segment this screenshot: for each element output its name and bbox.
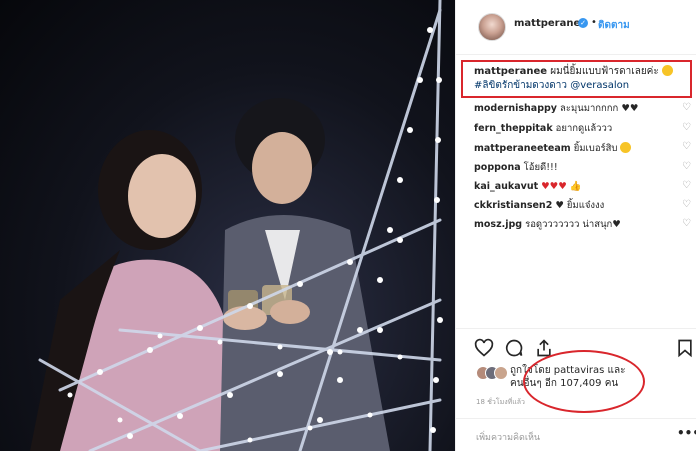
caption-hashtag[interactable]: #ลิขิตรักข้ามดวงดาว — [474, 80, 567, 91]
comment-text: โอ้ยดี!!! — [520, 162, 558, 173]
heart-icon[interactable] — [474, 338, 494, 358]
comment-item: modernishappy ละมุนมากกกก ♥♥ — [474, 103, 679, 115]
comment-item: fern_theppitak อยากดูแล้ววว — [474, 123, 679, 135]
comment-icon[interactable] — [504, 338, 524, 358]
comment-username[interactable]: modernishappy — [474, 103, 557, 114]
thumbs-up-icon: 👍 — [569, 181, 582, 192]
comment-like-icon[interactable]: ♡ — [682, 102, 691, 113]
grin-emoji-icon — [661, 65, 673, 76]
comment-like-icon[interactable]: ♡ — [682, 141, 691, 152]
comment-item: kai_aukavut ♥♥♥ 👍 — [474, 181, 679, 193]
likes-highlight-oval — [523, 350, 645, 413]
bookmark-icon[interactable] — [675, 338, 695, 358]
divider — [456, 328, 696, 329]
divider — [456, 418, 696, 419]
comment-username[interactable]: ckkristiansen2 — [474, 200, 552, 211]
comment-text: ยิ้มเบอร์สิบ — [570, 143, 618, 154]
post-photo[interactable] — [0, 0, 455, 451]
comment-username[interactable]: fern_theppitak — [474, 123, 553, 134]
grin-emoji-icon — [620, 142, 632, 153]
comment-text: ♥♥♥ — [538, 181, 567, 192]
comment-like-icon[interactable]: ♡ — [682, 218, 691, 229]
comment-like-icon[interactable]: ♡ — [682, 180, 691, 191]
more-options-icon[interactable]: ••• — [677, 426, 696, 440]
header-username[interactable]: mattperanee — [514, 18, 587, 29]
comment-username[interactable]: poppona — [474, 162, 521, 173]
verified-icon: ✓ — [578, 18, 588, 28]
caption-text: ผมนี่ยิ้มแบบฟ้ารดาเลยค่ะ — [547, 66, 659, 77]
post-header: mattperanee ✓ • ติดตาม — [456, 0, 696, 55]
caption-mention[interactable]: @verasalon — [567, 80, 629, 91]
comment-item: mosz.jpg รอดูววววววว น่าสนุก♥ — [474, 219, 679, 231]
comment-text: รอดูววววววว น่าสนุก♥ — [522, 219, 621, 230]
likers-avatars — [476, 366, 508, 380]
comment-item: ckkristiansen2 ♥ ยิ้มแจ๋งงง — [474, 200, 679, 212]
comment-username[interactable]: kai_aukavut — [474, 181, 538, 192]
add-comment-input[interactable]: เพิ่มความคิดเห็น — [476, 430, 540, 444]
comment-text: ละมุนมากกกก ♥♥ — [557, 103, 639, 114]
post-photo-art — [30, 0, 443, 451]
comment-username[interactable]: mattperaneeteam — [474, 143, 571, 154]
comment-text: อยากดูแล้ววว — [552, 123, 613, 134]
comment-like-icon[interactable]: ♡ — [682, 122, 691, 133]
comment-item: mattperaneeteam ยิ้มเบอร์สิบ — [474, 142, 679, 155]
header-separator: • — [591, 17, 597, 28]
comment-username[interactable]: mosz.jpg — [474, 219, 522, 230]
comment-like-icon[interactable]: ♡ — [682, 161, 691, 172]
comment-text: ♥ ยิ้มแจ๋งงง — [552, 200, 605, 211]
caption-username[interactable]: mattperanee — [474, 66, 547, 77]
comment-item: poppona โอ้ยดี!!! — [474, 162, 679, 174]
post-timestamp: 18 ชั่วโมงที่แล้ว — [476, 398, 525, 406]
avatar[interactable] — [478, 13, 506, 41]
follow-button[interactable]: ติดตาม — [598, 18, 630, 33]
caption: mattperanee ผมนี่ยิ้มแบบฟ้ารดาเลยค่ะ #ลิ… — [474, 65, 689, 93]
comment-like-icon[interactable]: ♡ — [682, 199, 691, 210]
